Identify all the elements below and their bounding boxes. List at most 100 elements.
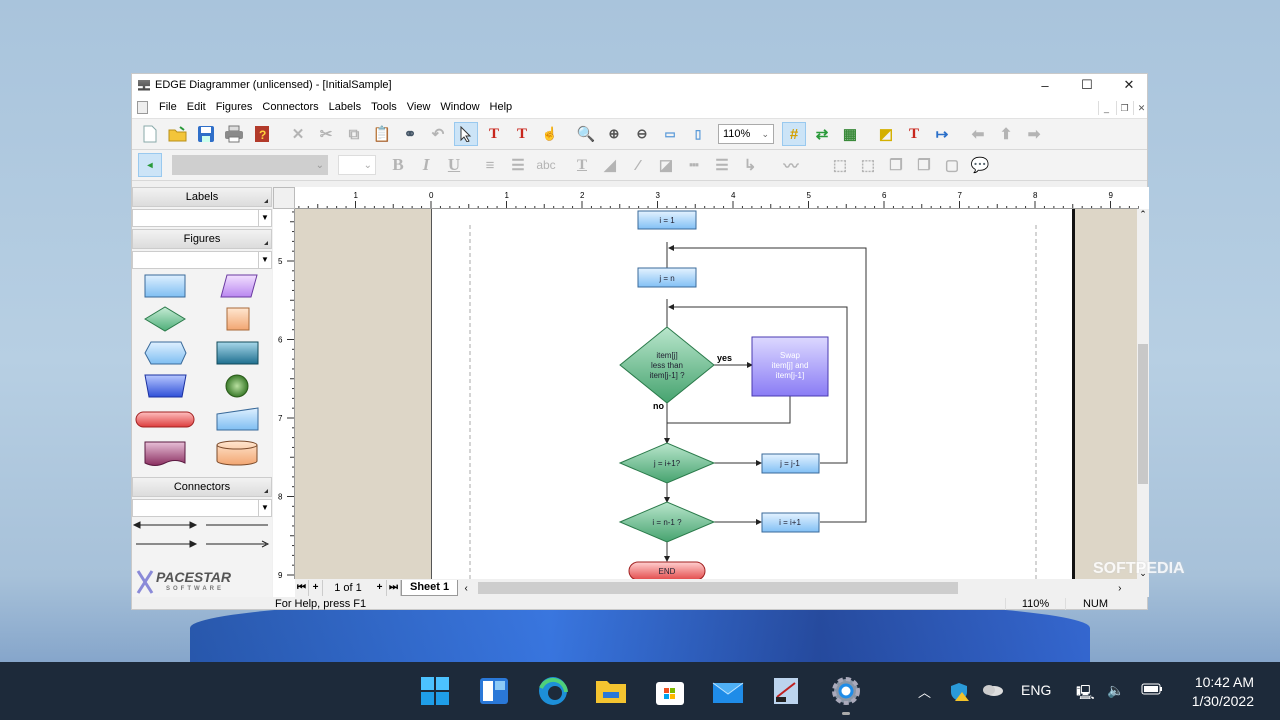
text-tool-icon[interactable]: T [510, 122, 534, 146]
figures-panel-header[interactable]: Figures [132, 229, 272, 249]
new-document-icon[interactable] [138, 122, 162, 146]
shadow-icon[interactable]: ◪ [654, 153, 678, 177]
bring-front-icon[interactable]: ▢ [940, 153, 964, 177]
curve-connector-icon[interactable]: 〰 [766, 153, 816, 177]
insert-image-icon[interactable]: ▦ [838, 122, 862, 146]
zoom-icon[interactable]: 🔍 [574, 122, 598, 146]
open-folder-icon[interactable] [166, 122, 190, 146]
menu-connectors[interactable]: Connectors [257, 101, 323, 113]
text-color-icon[interactable]: T [570, 153, 594, 177]
find-binoculars-icon[interactable]: ⚭ [398, 122, 422, 146]
mail-icon[interactable] [712, 676, 744, 706]
labels-combo[interactable]: ▼ [132, 209, 272, 227]
settings-icon[interactable] [830, 676, 862, 706]
scroll-left-icon[interactable]: ‹ [458, 583, 474, 594]
send-backward-icon[interactable]: ❐ [912, 153, 936, 177]
move-left-icon[interactable]: ⬅ [966, 122, 990, 146]
start-icon[interactable] [419, 676, 451, 706]
onedrive-icon[interactable] [981, 682, 1003, 699]
figure-properties-icon[interactable]: ◩ [874, 122, 898, 146]
text-pointer-icon[interactable]: T [482, 122, 506, 146]
figures-combo[interactable]: ▼ [132, 251, 272, 269]
line-color-icon[interactable]: ◢ [598, 153, 622, 177]
horizontal-scroll-thumb[interactable] [478, 582, 959, 594]
ungroup-icon[interactable]: ⬚ [856, 153, 880, 177]
save-icon[interactable] [194, 122, 218, 146]
diagrammer-app-icon[interactable] [770, 676, 802, 706]
copy-icon[interactable]: ⧉ [342, 122, 366, 146]
paste-icon[interactable]: 📋 [370, 122, 394, 146]
vertical-scrollbar[interactable]: ⌃ ⌄ [1137, 209, 1149, 579]
security-warning-icon[interactable] [950, 682, 970, 705]
italic-button[interactable]: I [414, 153, 438, 177]
file-explorer-icon[interactable] [595, 676, 627, 706]
connectors-combo[interactable]: ▼ [132, 499, 272, 517]
arrow-style-icon[interactable]: ↳ [738, 153, 762, 177]
connectors-panel-header[interactable]: Connectors [132, 477, 272, 497]
close-button[interactable]: ✕ [1108, 74, 1150, 96]
callout-icon[interactable]: 💬 [968, 153, 992, 177]
edge-icon[interactable] [537, 676, 569, 706]
minimize-button[interactable]: – [1024, 74, 1066, 96]
bring-forward-icon[interactable]: ❐ [884, 153, 908, 177]
print-icon[interactable] [222, 122, 246, 146]
zoom-in-icon[interactable]: ⊕ [602, 122, 626, 146]
move-up-icon[interactable]: ⬆ [994, 122, 1018, 146]
menu-view[interactable]: View [402, 101, 436, 113]
zoom-out-icon[interactable]: ⊖ [630, 122, 654, 146]
change-figure-icon[interactable]: ⇄ [810, 122, 834, 146]
help-book-icon[interactable]: ? [250, 122, 274, 146]
drawing-canvas[interactable]: 10123456789 56789 i = 1 j = n item[j] le… [273, 187, 1185, 597]
zoom-page-width-icon[interactable]: ▭ [658, 122, 682, 146]
menu-edit[interactable]: Edit [182, 101, 211, 113]
select-pointer-icon[interactable] [454, 122, 478, 146]
mdi-restore-button[interactable]: ❐ [1116, 101, 1132, 115]
move-right-icon[interactable]: ➡ [1022, 122, 1046, 146]
group-icon[interactable]: ⬚ [828, 153, 852, 177]
grid-icon[interactable]: # [782, 122, 806, 146]
fill-color-icon[interactable]: ⁄ [626, 153, 650, 177]
zoom-select[interactable]: 110% ⌄ [718, 124, 774, 144]
font-size-select[interactable]: ⌄ [338, 155, 376, 175]
connector-point-tool-icon[interactable]: ☝ [538, 122, 562, 146]
menu-labels[interactable]: Labels [324, 101, 366, 113]
connector-properties-icon[interactable]: ↦ [930, 122, 954, 146]
tab-sheet-1[interactable]: Sheet 1 [401, 580, 459, 596]
scroll-up-icon[interactable]: ⌃ [1137, 209, 1149, 220]
volume-icon[interactable]: 🔈 [1107, 682, 1124, 699]
zoom-page-icon[interactable]: ▯ [686, 122, 710, 146]
network-icon[interactable]: 🖳 [1076, 682, 1095, 706]
mdi-close-button[interactable]: ✕ [1133, 101, 1149, 115]
scroll-right-icon[interactable]: › [1118, 583, 1121, 594]
battery-icon[interactable] [1141, 682, 1163, 699]
menu-tools[interactable]: Tools [366, 101, 402, 113]
spell-button[interactable]: abc [534, 153, 558, 177]
widgets-icon[interactable] [478, 676, 510, 706]
cut-icon[interactable]: ✂ [314, 122, 338, 146]
menu-file[interactable]: File [154, 101, 182, 113]
font-name-select[interactable]: ⌄ [172, 155, 328, 175]
maximize-button[interactable]: ☐ [1066, 74, 1108, 96]
undo-icon[interactable]: ↶ [426, 122, 450, 146]
align-center-icon[interactable]: ☰ [506, 153, 530, 177]
align-left-icon[interactable]: ≡ [478, 153, 502, 177]
clock[interactable]: 10:42 AM 1/30/2022 [1180, 673, 1254, 711]
language-indicator[interactable]: ENG [1021, 682, 1051, 698]
add-page-before-button[interactable]: + [309, 580, 323, 596]
line-weight-icon[interactable]: ☰ [710, 153, 734, 177]
menu-help[interactable]: Help [485, 101, 518, 113]
add-page-after-button[interactable]: + [373, 580, 387, 596]
mdi-minimize-button[interactable]: _ [1098, 101, 1114, 115]
bold-button[interactable]: B [386, 153, 410, 177]
menu-figures[interactable]: Figures [211, 101, 258, 113]
labels-panel-header[interactable]: Labels [132, 187, 272, 207]
line-style-icon[interactable]: ┅ [682, 153, 706, 177]
sheet-toggle-icon[interactable]: ◂ [138, 153, 162, 177]
first-page-button[interactable]: ⏮ [295, 580, 309, 596]
underline-button[interactable]: U [442, 153, 466, 177]
tray-chevron-icon[interactable]: ︿ [918, 682, 931, 701]
text-properties-icon[interactable]: T [902, 122, 926, 146]
vertical-scroll-thumb[interactable] [1138, 344, 1148, 484]
last-page-button[interactable]: ⏭ [387, 580, 401, 596]
delete-icon[interactable]: ✕ [286, 122, 310, 146]
